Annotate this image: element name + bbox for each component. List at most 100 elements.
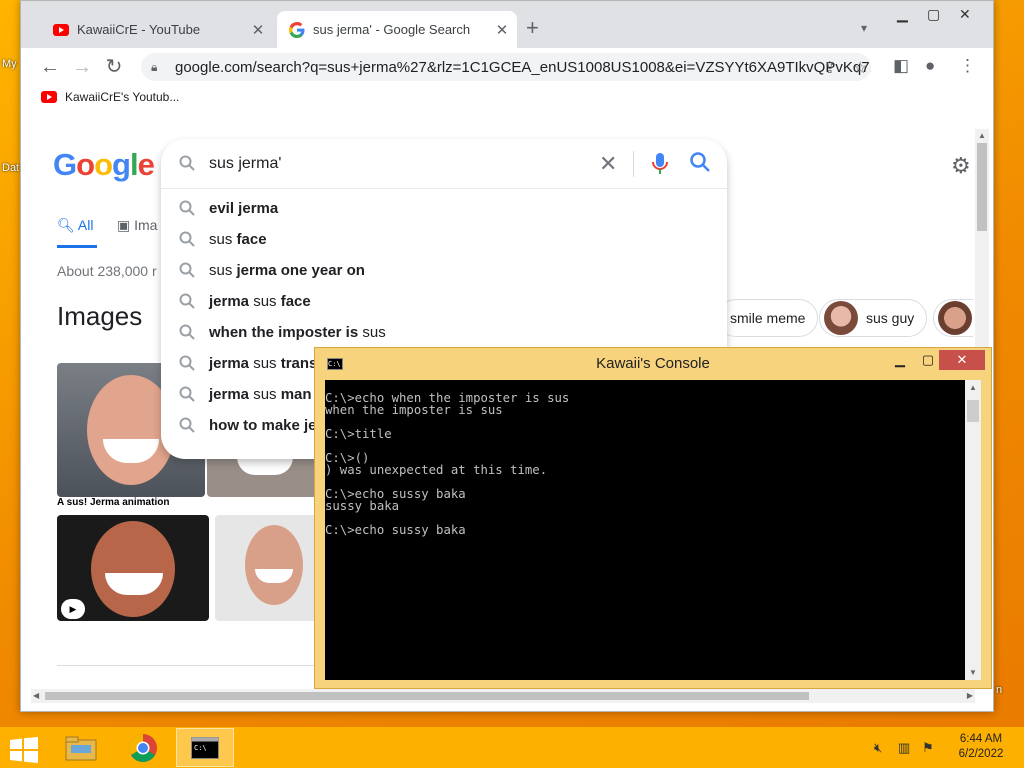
microphone-icon[interactable] xyxy=(651,151,669,177)
close-tab-icon[interactable]: ✕ xyxy=(493,21,511,39)
suggestion-text-part: sus xyxy=(358,324,386,341)
suggestion-text: sus face xyxy=(209,231,267,248)
tab-images[interactable]: ▣ Ima xyxy=(117,217,157,234)
windows-start-icon[interactable] xyxy=(10,737,38,763)
bookmark-item[interactable]: KawaiiCrE's Youtub... xyxy=(41,90,179,104)
tab-strip: KawaiiCrE - YouTube ✕ sus jerma' - Googl… xyxy=(21,1,993,48)
play-icon[interactable]: ▶ xyxy=(61,599,85,619)
search-bar[interactable]: sus jerma' ✕ xyxy=(161,139,727,189)
suggestion-text-part: sus xyxy=(209,262,237,279)
scroll-up-icon[interactable]: ▲ xyxy=(969,383,977,392)
maximize-icon[interactable]: ▢ xyxy=(927,6,940,23)
tab-all[interactable]: 🔍︎ All xyxy=(57,217,93,234)
suggestion-text-part: jerma one year on xyxy=(236,262,365,279)
taskbar-file-explorer[interactable] xyxy=(52,728,110,767)
suggestion-item[interactable]: sus face xyxy=(161,224,727,255)
google-logo[interactable]: Google xyxy=(53,147,155,183)
share-icon[interactable]: ⇪ xyxy=(823,58,836,78)
scroll-thumb[interactable] xyxy=(977,143,987,231)
search-input[interactable]: sus jerma' xyxy=(209,155,281,173)
suggestion-text: jerma sus trans xyxy=(209,355,317,372)
tab-youtube[interactable]: KawaiiCrE - YouTube ✕ xyxy=(41,11,273,48)
face-shape xyxy=(91,521,175,617)
suggestion-item[interactable]: sus jerma one year on xyxy=(161,255,727,286)
new-tab-button[interactable]: + xyxy=(526,17,539,39)
bookmark-label: KawaiiCrE's Youtub... xyxy=(65,90,180,104)
page-horizontal-scrollbar[interactable]: ◀ ▶ xyxy=(31,689,975,703)
maximize-icon[interactable]: ▢ xyxy=(915,350,941,370)
tab-title: KawaiiCrE - YouTube xyxy=(77,22,201,37)
suggestion-text-part: sus xyxy=(249,386,281,403)
suggestion-text-part: when the imposter is xyxy=(209,324,359,341)
clear-search-icon[interactable]: ✕ xyxy=(599,151,617,177)
svg-text:C:\: C:\ xyxy=(194,744,207,752)
tab-title: sus jerma' - Google Search xyxy=(313,22,471,37)
image-filter-chip[interactable]: smile meme xyxy=(717,299,819,337)
close-window-icon[interactable]: ✕ xyxy=(939,350,985,370)
profile-avatar-icon[interactable]: ● xyxy=(925,56,935,76)
scroll-up-icon[interactable]: ▲ xyxy=(978,131,986,140)
desktop-icon-label[interactable]: My xyxy=(2,58,17,70)
chip-label: smile meme xyxy=(730,310,806,326)
side-panel-icon[interactable]: ◧ xyxy=(893,56,909,76)
taskbar-chrome[interactable] xyxy=(114,728,172,767)
desktop-icon-label[interactable]: n xyxy=(996,684,1002,696)
taskbar-clock[interactable]: 6:44 AM 6/2/2022 xyxy=(950,732,1012,762)
desktop-icon-label[interactable]: Dat xyxy=(2,162,19,174)
chevron-down-icon[interactable]: ▾ xyxy=(861,21,867,35)
console-line: C:\>echo sussy baka xyxy=(325,523,466,537)
search-icon xyxy=(179,155,195,171)
chip-thumbnail xyxy=(824,301,858,335)
google-search-icon[interactable] xyxy=(689,151,711,173)
action-center-icon[interactable]: ⚑ xyxy=(922,740,934,756)
suggestion-text-part: face xyxy=(280,293,311,310)
console-titlebar[interactable]: C:\ Kawaii's Console ▁ ▢ ✕ xyxy=(315,348,991,378)
console-text: C:\>echo when the imposter is sus when th… xyxy=(325,392,569,536)
minimize-icon[interactable]: ▁ xyxy=(887,350,913,370)
close-window-icon[interactable]: ✕ xyxy=(959,6,971,23)
suggestion-item[interactable]: evil jerma xyxy=(161,193,727,224)
back-arrow-icon[interactable]: ← xyxy=(37,54,63,80)
console-output[interactable]: C:\>echo when the imposter is sus when th… xyxy=(325,380,967,680)
console-icon: C:\ xyxy=(191,736,219,759)
scroll-thumb[interactable] xyxy=(45,692,809,700)
scroll-right-icon[interactable]: ▶ xyxy=(967,691,973,700)
network-icon[interactable]: ▥ xyxy=(898,740,910,756)
scroll-thumb[interactable] xyxy=(967,400,979,422)
scroll-left-icon[interactable]: ◀ xyxy=(33,691,39,700)
suggestion-text: sus jerma one year on xyxy=(209,262,365,279)
kebab-menu-icon[interactable]: ⋮ xyxy=(959,56,976,76)
minimize-icon[interactable]: ▁ xyxy=(897,6,908,23)
close-tab-icon[interactable]: ✕ xyxy=(249,21,267,39)
suggestion-text-part: jerma xyxy=(209,293,250,310)
console-line: ) was unexpected at this time. xyxy=(325,463,548,477)
image-filter-chip[interactable]: sus guy xyxy=(819,299,928,337)
taskbar-console[interactable]: C:\ xyxy=(176,728,234,767)
bookmarks-bar: KawaiiCrE's Youtub... xyxy=(21,86,993,112)
suggestion-text-part: sus xyxy=(209,231,237,248)
muted-speaker-icon[interactable]: 🔇︎ xyxy=(874,740,882,756)
suggestion-text: when the imposter is sus xyxy=(209,324,386,341)
console-scrollbar[interactable]: ▲ ▼ xyxy=(965,380,981,680)
bookmark-star-icon[interactable]: ☆ xyxy=(853,58,867,78)
suggestion-item[interactable]: when the imposter is sus xyxy=(161,317,727,348)
tab-google-search[interactable]: sus jerma' - Google Search ✕ xyxy=(277,11,517,48)
image-filter-chip[interactable] xyxy=(933,299,973,337)
gear-icon[interactable]: ⚙ xyxy=(951,153,971,179)
image-thumbnail[interactable] xyxy=(207,453,317,497)
lock-icon[interactable]: 🔒︎ xyxy=(151,60,165,75)
search-icon xyxy=(179,200,195,216)
address-url[interactable]: google.com/search?q=sus+jerma%27&rlz=1C1… xyxy=(175,59,871,76)
forward-arrow-icon[interactable]: → xyxy=(69,54,95,80)
tab-images-label: Ima xyxy=(134,217,158,233)
scroll-down-icon[interactable]: ▼ xyxy=(969,668,977,677)
chrome-icon xyxy=(129,733,157,762)
suggestion-text-part: jerma xyxy=(209,386,250,403)
suggestion-item[interactable]: jerma sus face xyxy=(161,286,727,317)
suggestion-text-part: evil jerma xyxy=(209,200,279,217)
reload-icon[interactable]: ↻ xyxy=(101,54,127,80)
image-thumbnail[interactable] xyxy=(215,515,325,621)
search-icon xyxy=(179,355,195,371)
address-bar[interactable]: 🔒︎ google.com/search?q=sus+jerma%27&rlz=… xyxy=(141,53,871,81)
taskbar: C:\ 🔇︎ ▥ ⚑ 6:44 AM 6/2/2022 xyxy=(0,727,1024,768)
